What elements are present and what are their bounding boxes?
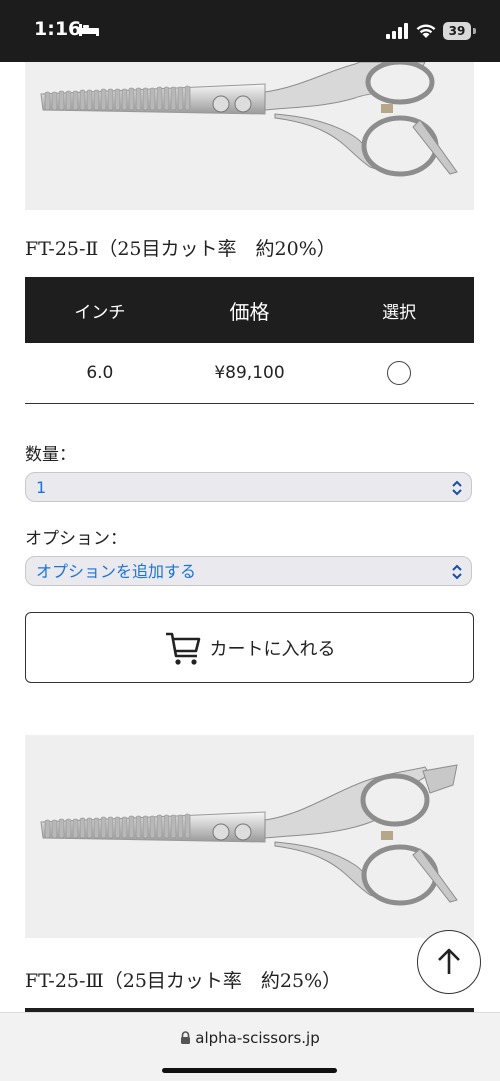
option-label: オプション： xyxy=(25,529,127,549)
add-to-cart-label: カートに入れる xyxy=(209,638,336,660)
home-indicator xyxy=(162,1068,337,1073)
cell-price: ¥89,100 xyxy=(214,363,285,383)
status-time: 1:16 xyxy=(34,18,82,40)
cart-icon xyxy=(165,632,200,665)
chevron-updown-icon xyxy=(452,480,462,496)
cellular-signal-icon xyxy=(386,23,408,39)
product-title-2: FT-25-Ⅲ（25目カット率 約25%） xyxy=(25,970,342,992)
scissors-image xyxy=(40,62,458,177)
quantity-select[interactable]: 1 xyxy=(25,472,472,502)
cell-select xyxy=(324,361,474,385)
spec-table-header: インチ 価格 選択 xyxy=(25,277,474,343)
product-image-1[interactable] xyxy=(25,62,474,210)
product-title-1: FT-25-Ⅱ（25目カット率 約20%） xyxy=(25,238,336,260)
cell-inch: 6.0 xyxy=(86,363,114,383)
quantity-label: 数量： xyxy=(25,445,76,465)
header-inch: インチ xyxy=(74,302,126,323)
header-select: 選択 xyxy=(382,302,417,323)
battery-cap xyxy=(473,28,476,34)
product-image-2[interactable] xyxy=(25,735,474,938)
quantity-value: 1 xyxy=(36,478,47,497)
chevron-updown-icon xyxy=(452,564,462,580)
spec-table: インチ 価格 選択 6.0 ¥89,100 xyxy=(25,277,474,404)
select-radio[interactable] xyxy=(387,361,412,385)
option-select[interactable]: オプションを追加する xyxy=(25,556,472,586)
lock-icon xyxy=(181,1031,191,1044)
battery-level: 39 xyxy=(443,22,471,40)
option-value: オプションを追加する xyxy=(36,562,197,581)
header-price: 価格 xyxy=(229,299,270,324)
wifi-icon xyxy=(416,24,436,38)
url-display[interactable]: alpha-scissors.jp xyxy=(0,1029,500,1047)
page-content: FT-25-Ⅱ（25目カット率 約20%） インチ 価格 選択 6.0 ¥89,… xyxy=(0,62,500,1012)
arrow-up-icon xyxy=(438,948,460,974)
status-bar: 1:16 39 xyxy=(0,0,500,62)
add-to-cart-button[interactable]: カートに入れる xyxy=(25,612,474,683)
scissors-image xyxy=(40,764,458,906)
url-text: alpha-scissors.jp xyxy=(195,1029,320,1047)
sleep-focus-icon xyxy=(79,24,99,36)
browser-address-bar[interactable]: alpha-scissors.jp xyxy=(0,1012,500,1081)
scroll-to-top-button[interactable] xyxy=(417,930,481,994)
table-row: 6.0 ¥89,100 xyxy=(25,343,474,404)
battery-indicator: 39 xyxy=(443,22,477,40)
